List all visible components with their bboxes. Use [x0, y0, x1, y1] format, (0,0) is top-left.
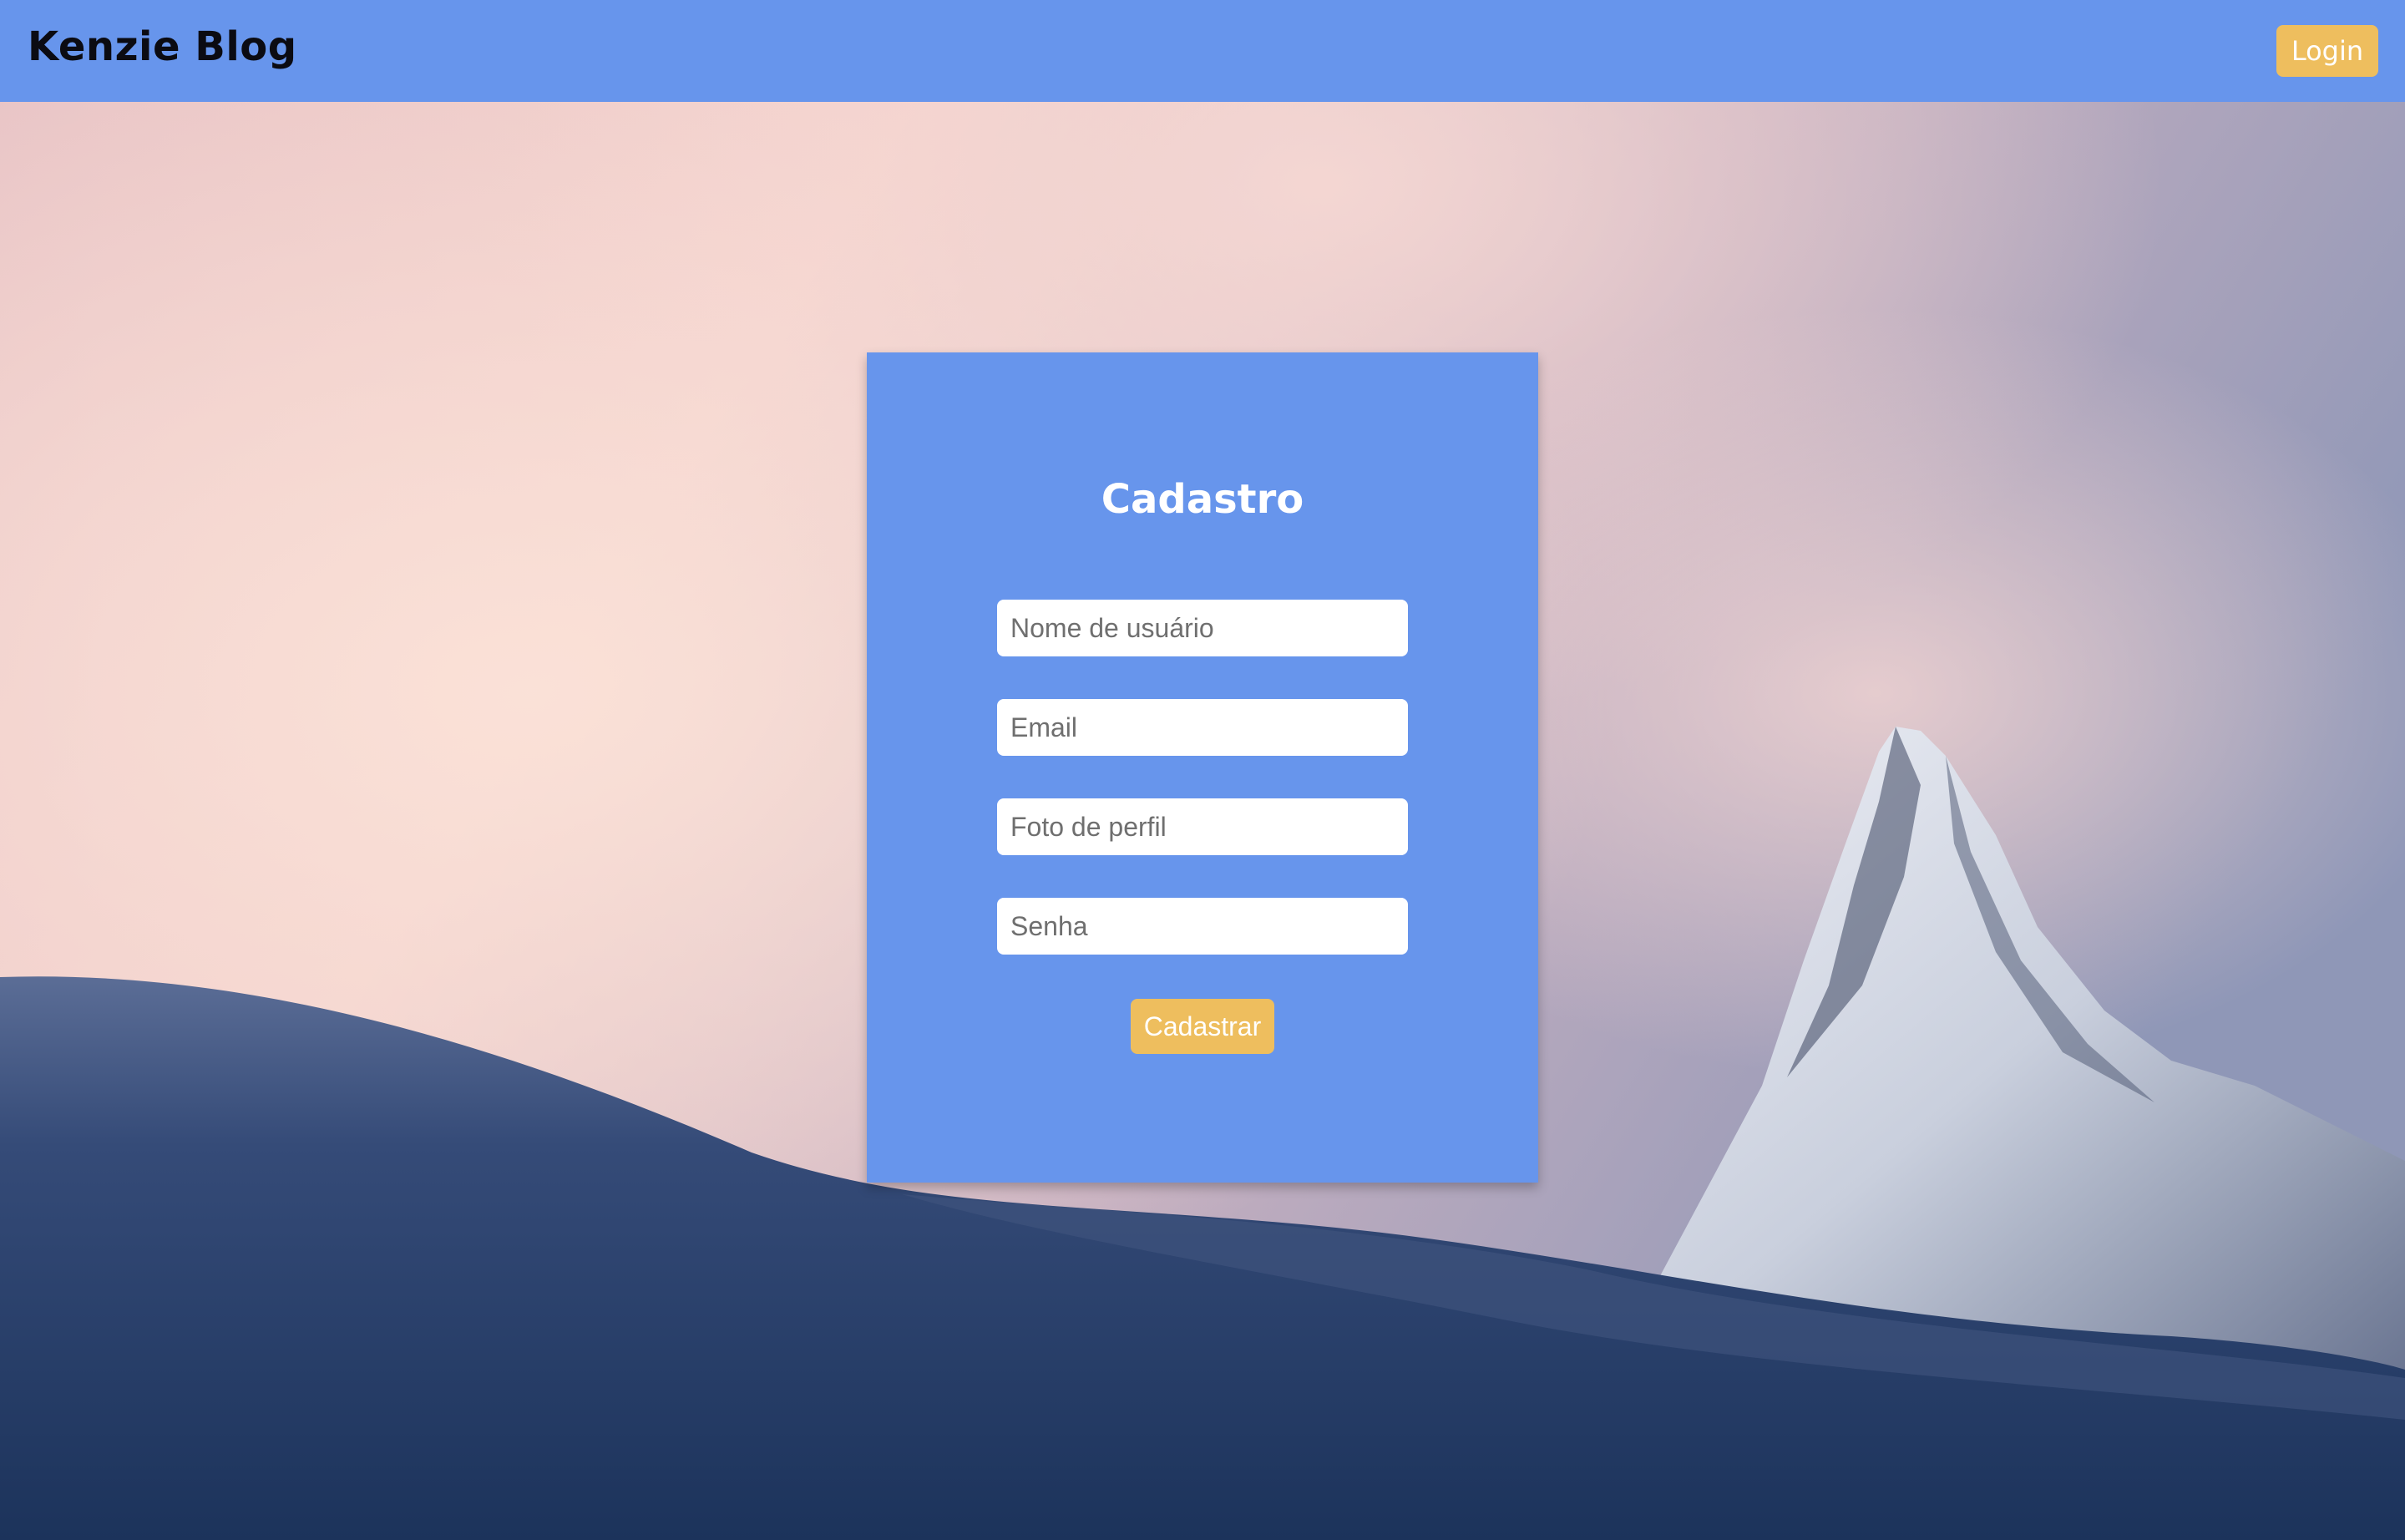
- password-field[interactable]: [997, 898, 1408, 955]
- email-field[interactable]: [997, 699, 1408, 756]
- top-navbar: Kenzie Blog Login: [0, 0, 2405, 102]
- login-button[interactable]: Login: [2276, 25, 2378, 77]
- brand-logo[interactable]: Kenzie Blog: [28, 23, 297, 70]
- username-field[interactable]: [997, 600, 1408, 656]
- signup-card: Cadastro Cadastrar: [867, 352, 1538, 1183]
- signup-submit-button[interactable]: Cadastrar: [1131, 999, 1274, 1054]
- profile-photo-field[interactable]: [997, 798, 1408, 855]
- page: Kenzie Blog Login Cadastro Cadastrar: [0, 0, 2405, 1540]
- signup-title: Cadastro: [1101, 476, 1304, 523]
